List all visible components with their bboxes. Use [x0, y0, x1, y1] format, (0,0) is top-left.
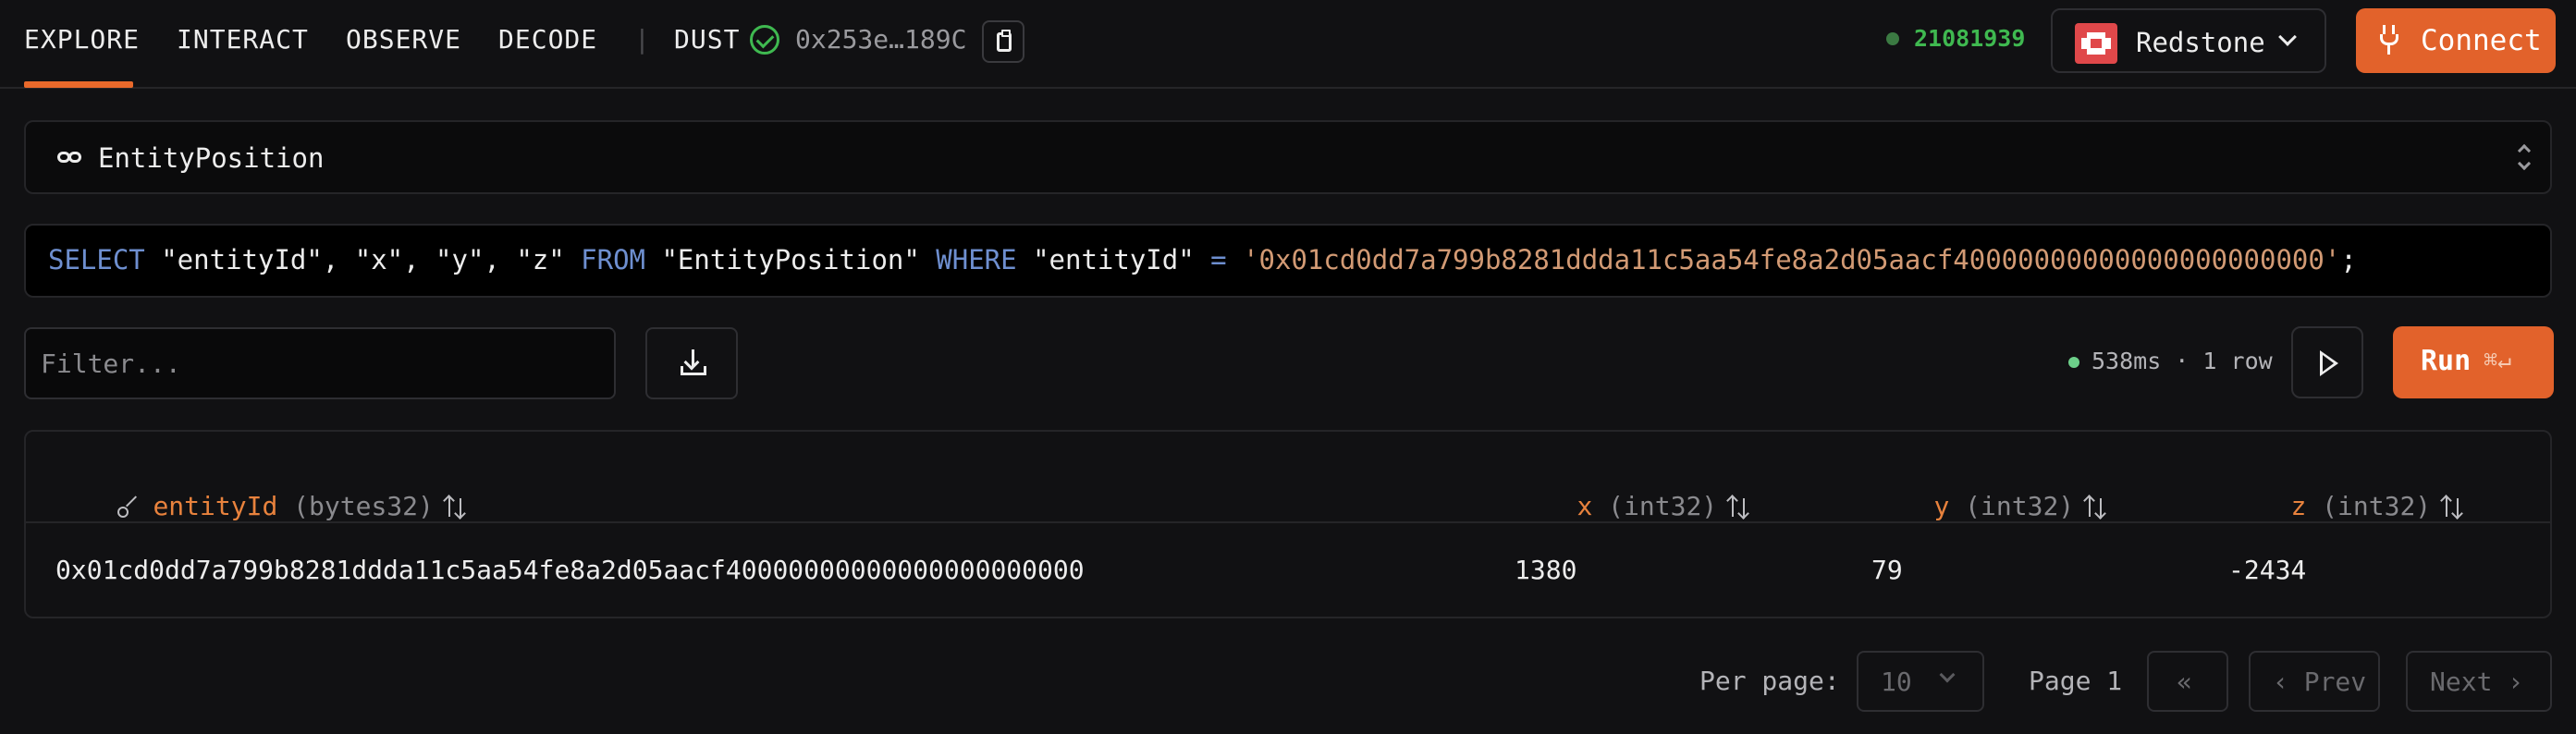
connect-button[interactable]: Connect — [2356, 8, 2556, 73]
first-page-button[interactable]: « — [2147, 651, 2228, 712]
tab-decode[interactable]: DECODE — [498, 24, 597, 55]
download-icon — [681, 349, 706, 377]
query-status-dot — [2068, 357, 2079, 368]
top-nav: EXPLORE INTERACT OBSERVE DECODE | DUST 0… — [0, 0, 2576, 89]
table-selector[interactable]: EntityPosition — [24, 120, 2552, 194]
page-indicator: Page 1 — [2029, 666, 2123, 696]
column-header-x[interactable]: x (int32) — [1515, 460, 1752, 552]
sql-token: "entityId", "x", "y", "z" — [144, 244, 582, 275]
per-page-label: Per page: — [1699, 666, 1840, 696]
prev-page-button[interactable]: ‹ Prev — [2249, 651, 2380, 712]
column-type: (bytes32) — [293, 491, 434, 521]
column-name: x — [1576, 491, 1593, 521]
sql-keyword: = — [1210, 244, 1227, 275]
selected-table-name: EntityPosition — [98, 142, 325, 174]
chevron-down-icon — [1939, 667, 1956, 683]
tab-observe[interactable]: OBSERVE — [346, 24, 461, 55]
cell-x: 1380 — [1515, 555, 1577, 585]
chain-selector-button[interactable]: Redstone — [2051, 8, 2326, 73]
link-icon — [57, 148, 83, 166]
column-header-entityid[interactable]: entityId (bytes32) — [55, 460, 469, 552]
world-address: 0x253e…189C — [795, 24, 967, 55]
cell-y: 79 — [1871, 555, 1903, 585]
clipboard-icon — [997, 30, 1012, 52]
prev-page-label: ‹ Prev — [2273, 667, 2367, 697]
download-button[interactable] — [645, 327, 738, 399]
copy-address-button[interactable] — [982, 20, 1024, 63]
chevron-down-icon — [2278, 28, 2297, 46]
tab-interact[interactable]: INTERACT — [177, 24, 309, 55]
cell-entityid: 0x01cd0dd7a799b8281ddda11c5aa54fe8a2d05a… — [55, 555, 1085, 585]
block-status-dot — [1886, 32, 1899, 45]
sql-token: ; — [2340, 244, 2357, 275]
chevron-up-down-icon — [2515, 142, 2533, 174]
live-query-button[interactable] — [2291, 326, 2363, 398]
key-icon — [117, 495, 141, 520]
run-label: Run — [2421, 345, 2472, 377]
redstone-logo-icon — [2075, 23, 2117, 64]
sort-icon[interactable] — [1726, 495, 1752, 520]
sql-query-editor[interactable]: SELECT "entityId", "x", "y", "z" FROM "E… — [24, 224, 2552, 298]
run-button[interactable]: Run ⌘↵ — [2393, 326, 2554, 398]
column-type: (int32) — [2322, 491, 2432, 521]
per-page-select[interactable]: 10 — [1857, 651, 1984, 712]
world-name: DUST — [674, 24, 741, 55]
sql-keyword: WHERE — [936, 244, 1017, 275]
run-shortcut: ⌘↵ — [2484, 347, 2512, 373]
sql-keyword: SELECT — [48, 244, 145, 275]
column-header-y[interactable]: y (int32) — [1871, 460, 2109, 552]
header-divider — [26, 521, 2550, 523]
next-page-label: Next › — [2430, 667, 2524, 697]
column-header-z[interactable]: z (int32) — [2228, 460, 2466, 552]
results-table: entityId (bytes32) x (int32) y (int32) z… — [24, 430, 2552, 618]
column-name: z — [2290, 491, 2307, 521]
cell-z: -2434 — [2228, 555, 2307, 585]
sort-icon[interactable] — [2440, 495, 2466, 520]
sql-keyword: FROM — [581, 244, 646, 275]
sort-icon[interactable] — [443, 495, 469, 520]
play-icon — [2320, 350, 2338, 376]
column-type: (int32) — [1965, 491, 2075, 521]
query-status-text: 538ms · 1 row — [2091, 348, 2273, 374]
first-page-label: « — [2177, 667, 2192, 697]
sql-query-text: SELECT "entityId", "x", "y", "z" FROM "E… — [48, 244, 2357, 275]
next-page-button[interactable]: Next › — [2406, 651, 2552, 712]
tab-explore[interactable]: EXPLORE — [24, 24, 140, 55]
plug-icon — [2380, 25, 2398, 55]
column-name: y — [1933, 491, 1950, 521]
per-page-value: 10 — [1881, 667, 1912, 697]
nav-separator: | — [634, 24, 650, 55]
filter-input[interactable] — [24, 327, 616, 399]
column-type: (int32) — [1608, 491, 1718, 521]
active-tab-indicator — [24, 81, 133, 88]
sql-string-literal: '0x01cd0dd7a799b8281ddda11c5aa54fe8a2d05… — [1243, 244, 2341, 275]
connect-label: Connect — [2421, 24, 2542, 57]
verified-check-icon — [750, 25, 779, 55]
sort-icon[interactable] — [2083, 495, 2109, 520]
sql-token: "entityId" — [1016, 244, 1211, 275]
sql-token: "EntityPosition" — [645, 244, 937, 275]
column-name: entityId — [153, 491, 278, 521]
chain-name: Redstone — [2136, 27, 2265, 58]
block-number: 21081939 — [1914, 25, 2026, 52]
